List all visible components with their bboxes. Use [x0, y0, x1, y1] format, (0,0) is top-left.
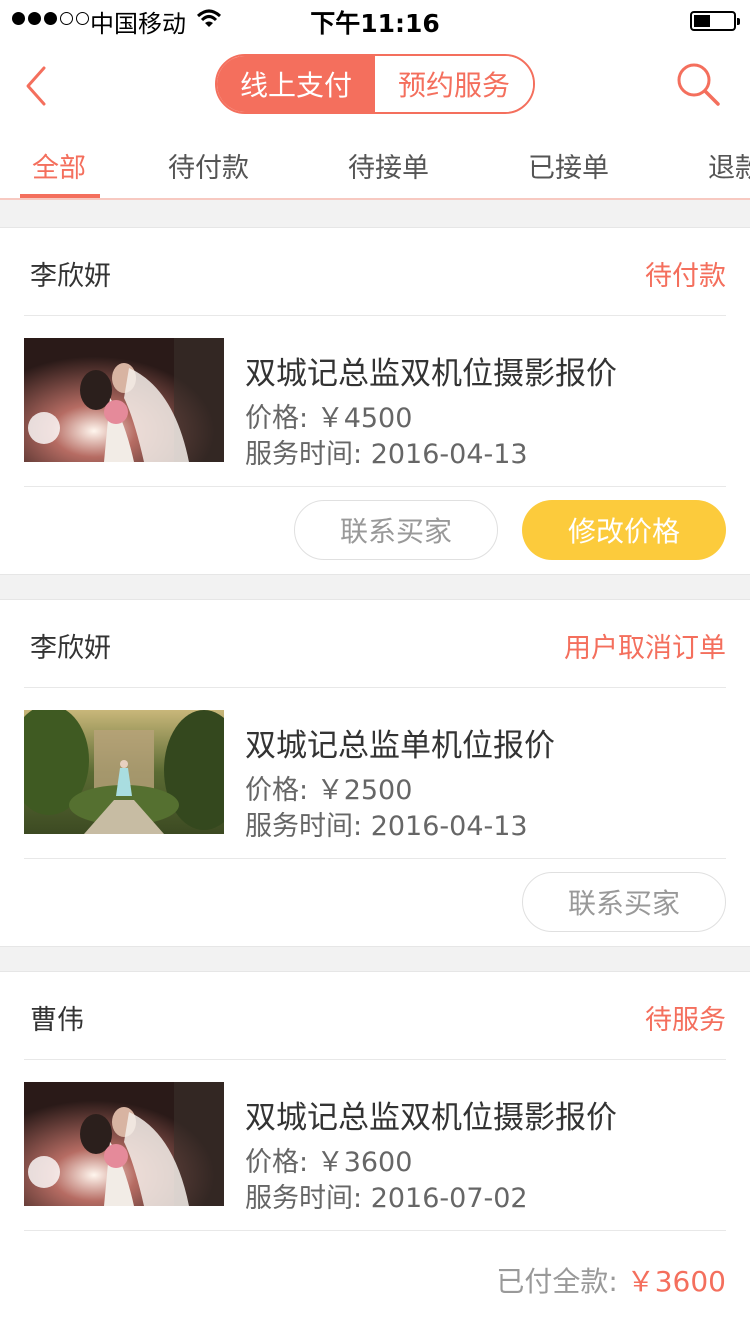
- price-label: 价格:: [245, 403, 309, 434]
- order-card[interactable]: 李欣妍 用户取消订单 双城记总监单机位报价 价格: ￥2500 服务时间: 20…: [0, 599, 750, 947]
- buyer-name: 李欣妍: [30, 633, 111, 664]
- product-thumbnail[interactable]: [24, 1082, 224, 1206]
- nav-bar: 线上支付 预约服务: [0, 40, 750, 128]
- tab-accepted[interactable]: 已接单: [528, 146, 609, 185]
- segment-online-payment[interactable]: 线上支付: [217, 56, 375, 112]
- service-time-value: 2016-04-13: [370, 439, 528, 470]
- product-title: 双城记总监双机位摄影报价: [245, 356, 617, 392]
- price-row: 价格: ￥2500: [245, 768, 412, 807]
- price-value: ￥4500: [316, 403, 413, 434]
- order-status: 用户取消订单: [564, 633, 726, 664]
- order-card-header: 曹伟 待服务: [24, 972, 726, 1060]
- order-card-header: 李欣妍 待付款: [24, 228, 726, 316]
- search-icon: [677, 63, 720, 106]
- service-time-label: 服务时间:: [245, 1183, 363, 1214]
- paid-in-full-row: 已付全款: ￥3600: [496, 1260, 726, 1300]
- tab-pending-accept[interactable]: 待接单: [348, 146, 429, 185]
- product-thumbnail[interactable]: [24, 338, 224, 462]
- service-time-row: 服务时间: 2016-04-13: [245, 432, 528, 471]
- tab-pending-payment[interactable]: 待付款: [168, 146, 249, 185]
- order-card-header: 李欣妍 用户取消订单: [24, 600, 726, 688]
- active-tab-indicator: [20, 194, 100, 198]
- service-time-row: 服务时间: 2016-07-02: [245, 1176, 528, 1215]
- service-time-label: 服务时间:: [245, 811, 363, 842]
- buyer-name: 曹伟: [30, 1005, 84, 1036]
- divider: [24, 1230, 726, 1231]
- order-status: 待服务: [645, 1005, 726, 1036]
- product-thumbnail[interactable]: [24, 710, 224, 834]
- status-bar: 中国移动 下午11:16: [0, 0, 750, 40]
- divider: [24, 486, 726, 487]
- order-card[interactable]: 李欣妍 待付款 双城记总监双机位摄影报价 价格: ￥4500 服务时间: 201…: [0, 227, 750, 575]
- order-card[interactable]: 曹伟 待服务 双城记总监双机位摄影报价 价格: ￥3600 服务时间: 2016…: [0, 971, 750, 1334]
- chevron-left-icon: [26, 66, 46, 106]
- paid-amount: ￥3600: [626, 1265, 726, 1298]
- price-row: 价格: ￥4500: [245, 396, 412, 435]
- product-title: 双城记总监双机位摄影报价: [245, 1100, 617, 1136]
- modify-price-button[interactable]: 修改价格: [522, 500, 726, 560]
- price-value: ￥2500: [316, 775, 413, 806]
- segment-appointment-service[interactable]: 预约服务: [375, 56, 533, 112]
- search-button[interactable]: [674, 60, 722, 108]
- price-row: 价格: ￥3600: [245, 1140, 412, 1179]
- order-status: 待付款: [645, 261, 726, 292]
- service-time-label: 服务时间:: [245, 439, 363, 470]
- buyer-name: 李欣妍: [30, 261, 111, 292]
- payment-segmented-control: 线上支付 预约服务: [215, 54, 535, 114]
- service-time-value: 2016-07-02: [370, 1183, 528, 1214]
- tab-refund[interactable]: 退款: [708, 146, 750, 185]
- battery-icon: [690, 11, 740, 31]
- service-time-row: 服务时间: 2016-04-13: [245, 804, 528, 843]
- product-title: 双城记总监单机位报价: [245, 728, 555, 764]
- back-button[interactable]: [20, 64, 60, 108]
- price-value: ￥3600: [316, 1147, 413, 1178]
- order-status-tabs: 全部 待付款 待接单 已接单 退款: [0, 128, 750, 200]
- contact-buyer-button[interactable]: 联系买家: [294, 500, 498, 560]
- tab-all[interactable]: 全部: [32, 146, 86, 185]
- price-label: 价格:: [245, 1147, 309, 1178]
- paid-label: 已付全款:: [496, 1265, 618, 1298]
- divider: [24, 858, 726, 859]
- contact-buyer-button[interactable]: 联系买家: [522, 872, 726, 932]
- price-label: 价格:: [245, 775, 309, 806]
- clock: 下午11:16: [310, 9, 440, 38]
- service-time-value: 2016-04-13: [370, 811, 528, 842]
